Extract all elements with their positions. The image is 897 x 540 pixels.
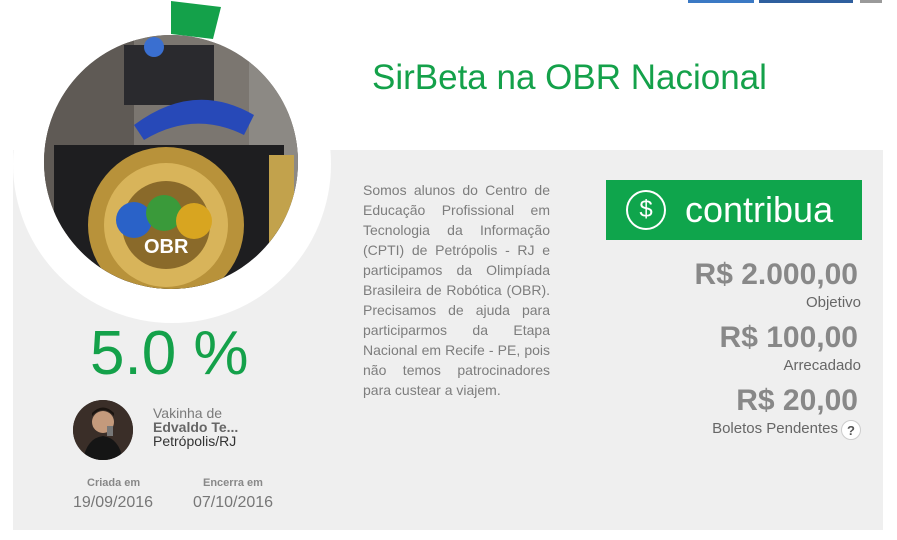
share-extra-bar[interactable] (860, 0, 882, 3)
goal-label: Objetivo (805, 294, 861, 311)
raised-label: Arrecadado (783, 357, 861, 374)
medal-robot-image: OBR (44, 35, 298, 289)
campaign-description: Somos alunos do Centro de Educação Profi… (363, 182, 550, 398)
created-date-value: 19/09/2016 (73, 494, 154, 511)
share-facebook-bar[interactable] (688, 0, 754, 3)
progress-indicator-icon (171, 1, 221, 39)
pending-boletos-label: Boletos Pendentes (712, 420, 838, 437)
owner-avatar[interactable] (73, 400, 133, 460)
end-date-value: 07/10/2016 (193, 494, 274, 511)
contribute-button-label: contribua (685, 189, 834, 230)
created-date-label: Criada em (87, 477, 141, 489)
progress-percent: 5.0 % (90, 319, 249, 388)
avatar-image (73, 400, 133, 460)
end-date-label: Encerra em (203, 477, 263, 489)
campaign-title: SirBeta na OBR Nacional (372, 58, 767, 97)
campaign-photo: OBR (44, 35, 298, 289)
contribute-button[interactable]: $ contribua (606, 180, 862, 240)
owner-city: Petrópolis/RJ (153, 433, 237, 449)
pending-boletos-amount: R$ 20,00 (736, 384, 858, 417)
svg-text:OBR: OBR (144, 236, 189, 258)
share-button-bar[interactable] (759, 0, 853, 3)
help-question-icon[interactable]: ? (841, 420, 861, 440)
campaign-page: OBR SirBeta na OBR Nacional 5.0 % Vakinh… (0, 0, 897, 540)
raised-amount: R$ 100,00 (719, 321, 858, 354)
goal-amount: R$ 2.000,00 (694, 258, 858, 291)
dollar-circle-icon: $ (626, 190, 666, 230)
